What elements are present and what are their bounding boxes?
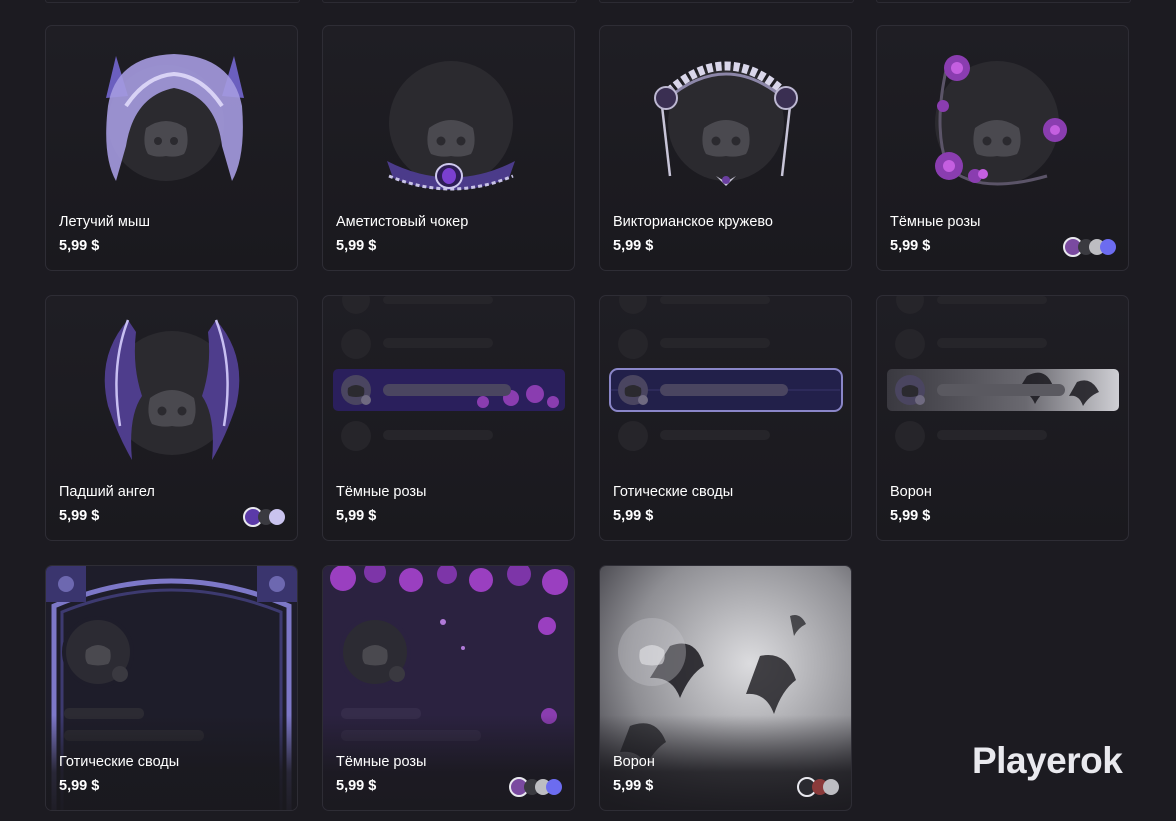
product-name: Викторианское кружево: [613, 214, 773, 230]
product-name: Готические своды: [59, 754, 180, 770]
product-price: 5,99 $: [59, 508, 100, 524]
product-price: 5,99 $: [336, 778, 377, 794]
discord-icon: [973, 120, 1021, 157]
avatar-decoration-preview: [46, 26, 297, 206]
color-variant-swatches[interactable]: [1063, 237, 1116, 257]
avatar-decoration-preview: [877, 26, 1128, 206]
color-swatch[interactable]: [546, 779, 562, 795]
discord-icon: [702, 120, 750, 157]
avatar-decoration-preview: [600, 26, 851, 206]
color-swatch[interactable]: [823, 779, 839, 795]
product-card[interactable]: Тёмные розы 5,99 $: [876, 25, 1129, 271]
product-name: Тёмные розы: [336, 484, 427, 500]
product-name: Тёмные розы: [336, 754, 427, 770]
product-price: 5,99 $: [59, 238, 100, 254]
product-name: Тёмные розы: [890, 214, 981, 230]
product-price: 5,99 $: [890, 238, 931, 254]
product-price: 5,99 $: [613, 778, 654, 794]
color-variant-swatches[interactable]: [243, 507, 285, 527]
product-grid: Летучий мыш 5,99 $ Аметистовый чокер 5,9…: [45, 25, 1129, 811]
discord-icon: [85, 645, 111, 666]
product-card[interactable]: Тёмные розы 5,99 $: [322, 295, 575, 541]
product-name: Ворон: [890, 484, 932, 500]
playerok-watermark: Playerok: [972, 740, 1123, 781]
discord-icon: [901, 385, 919, 397]
previous-row-edge: [876, 0, 1131, 3]
product-name: Ворон: [613, 754, 655, 770]
product-price: 5,99 $: [613, 238, 654, 254]
discord-icon: [624, 385, 642, 397]
product-card[interactable]: Тёмные розы 5,99 $: [322, 565, 575, 811]
nameplate-preview: [877, 296, 1128, 476]
product-card[interactable]: Ворон 5,99 $: [599, 565, 852, 811]
color-swatch[interactable]: [1100, 239, 1116, 255]
product-price: 5,99 $: [613, 508, 654, 524]
product-price: 5,99 $: [59, 778, 100, 794]
color-variant-swatches[interactable]: [509, 777, 562, 797]
discord-icon: [347, 385, 365, 397]
product-name: Летучий мыш: [59, 214, 150, 230]
discord-icon: [144, 121, 188, 157]
discord-icon: [639, 645, 665, 666]
avatar-decoration-preview: [46, 296, 297, 476]
previous-row-edge: [45, 0, 300, 3]
product-card[interactable]: Аметистовый чокер 5,99 $: [322, 25, 575, 271]
product-card[interactable]: Ворон 5,99 $: [876, 295, 1129, 541]
nameplate-preview: [323, 296, 574, 476]
discord-icon: [148, 390, 196, 427]
product-card[interactable]: Викторианское кружево 5,99 $: [599, 25, 852, 271]
avatar-decoration-preview: [323, 26, 574, 206]
color-variant-swatches[interactable]: [797, 777, 839, 797]
product-card[interactable]: Падший ангел 5,99 $: [45, 295, 298, 541]
product-name: Готические своды: [613, 484, 734, 500]
product-price: 5,99 $: [336, 238, 377, 254]
product-card[interactable]: Летучий мыш 5,99 $: [45, 25, 298, 271]
previous-row-edge: [599, 0, 854, 3]
product-card[interactable]: Готические своды 5,99 $: [45, 565, 298, 811]
previous-row-edge: [322, 0, 577, 3]
discord-icon: [427, 120, 475, 157]
color-swatch[interactable]: [269, 509, 285, 525]
product-name: Аметистовый чокер: [336, 214, 469, 230]
discord-icon: [362, 645, 388, 666]
nameplate-preview: [600, 296, 851, 476]
product-price: 5,99 $: [890, 508, 931, 524]
product-price: 5,99 $: [336, 508, 377, 524]
product-name: Падший ангел: [59, 484, 155, 500]
product-card[interactable]: Готические своды 5,99 $: [599, 295, 852, 541]
